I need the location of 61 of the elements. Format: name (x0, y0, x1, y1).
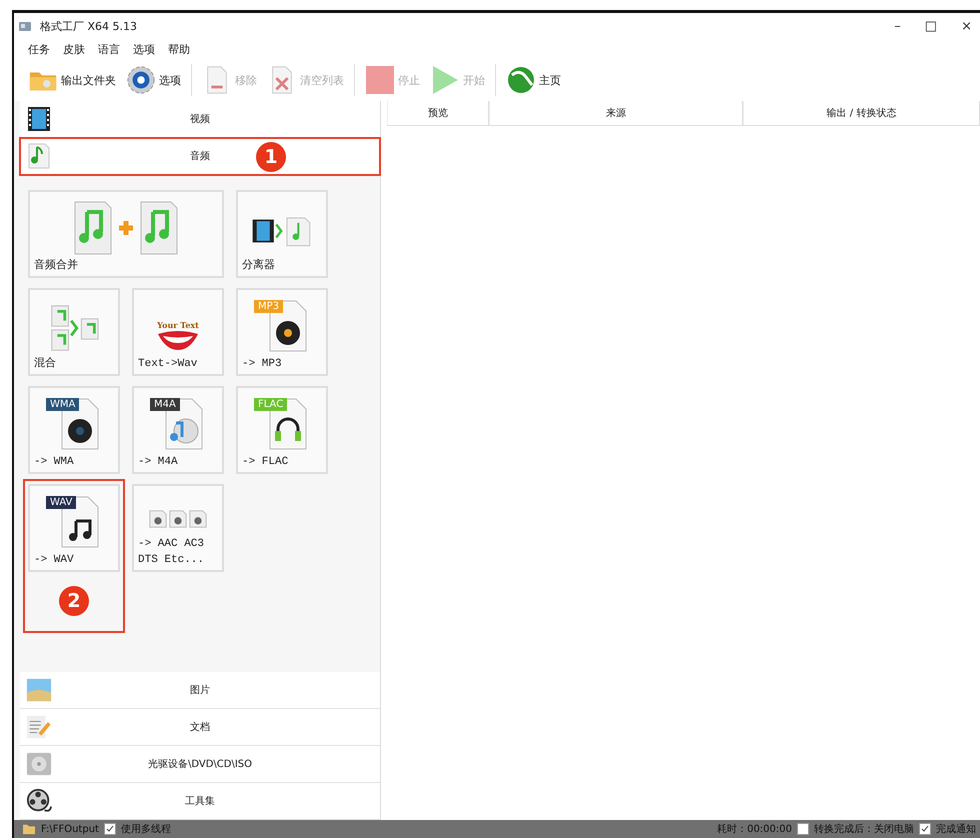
format-badge: MP3 (254, 300, 284, 313)
step-marker: 2 (59, 586, 89, 616)
step-marker: 1 (256, 142, 286, 172)
window-control[interactable]: × (953, 18, 980, 34)
conversion-tile[interactable]: WMA -> WMA (28, 386, 120, 474)
menu-item[interactable]: 选项 (133, 42, 155, 56)
checkbox[interactable] (104, 823, 116, 835)
app-icon (18, 20, 32, 32)
icon-caption: Your Text (157, 320, 199, 330)
disc-drive-icon (26, 751, 52, 777)
settings-icon (126, 65, 156, 95)
category-header[interactable]: 图片 (20, 672, 380, 709)
conversion-tile[interactable]: Your Text Text->Wav (132, 288, 224, 376)
conversion-tile[interactable]: -> AAC AC3 DTS Etc... (132, 484, 224, 572)
menu-item[interactable]: 任务 (28, 42, 50, 56)
film-reel-icon (26, 788, 52, 814)
menu-item[interactable]: 语言 (98, 42, 120, 56)
conversion-tile[interactable]: 分离器 (236, 190, 328, 278)
output-folder-path: F:\FFOutput (41, 824, 99, 834)
window-control[interactable]: – (886, 18, 909, 34)
conversion-tile[interactable]: MP3 -> MP3 (236, 288, 328, 376)
checkbox-label: 完成通知 (936, 822, 976, 836)
toolbar-button[interactable]: 输出文件夹 (24, 63, 120, 97)
column-header[interactable]: 来源 (489, 101, 743, 125)
globe-icon (506, 65, 536, 95)
category-header[interactable]: 文档 (20, 709, 380, 746)
category-header[interactable]: 视频 (20, 101, 380, 138)
checkbox-label: 转换完成后：关闭电脑 (814, 822, 914, 836)
format-badge: FLAC (254, 398, 288, 411)
toolbar-button[interactable]: 主页 (502, 63, 565, 97)
folder-icon (22, 823, 36, 835)
category-header[interactable]: 工具集 (20, 783, 380, 820)
document-pencil-icon (26, 714, 52, 740)
checkbox[interactable] (919, 823, 931, 835)
conversion-tile[interactable]: WAV -> WAV (28, 484, 120, 572)
format-badge: WAV (46, 496, 76, 509)
category-header[interactable]: 音频 1 (20, 138, 380, 175)
landscape-icon (26, 677, 52, 703)
conversion-tile[interactable]: 混合 (28, 288, 120, 376)
format-badge: WMA (46, 398, 80, 411)
checkbox-label: 使用多线程 (120, 822, 171, 836)
conversion-tile[interactable]: M4A -> M4A (132, 386, 224, 474)
menu-item[interactable]: 帮助 (168, 42, 190, 56)
column-header[interactable]: 输出 / 转换状态 (743, 101, 980, 125)
category-header[interactable]: 光驱设备\DVD\CD\ISO (20, 746, 380, 783)
lips-icon (156, 330, 200, 350)
window-control[interactable]: □ (916, 18, 946, 34)
window-title: 格式工厂 X64 5.13 (40, 18, 138, 34)
stop-icon (365, 65, 395, 95)
audio-files-icon (148, 508, 208, 530)
column-header[interactable]: 预览 (387, 101, 489, 125)
conversion-tile[interactable]: FLAC -> FLAC (236, 386, 328, 474)
play-icon (430, 65, 460, 95)
conversion-tile[interactable]: 音频合并 (28, 190, 224, 278)
elapsed-time: 耗时：00:00:00 (717, 822, 792, 836)
film-icon (26, 106, 52, 132)
music-note-icon (26, 143, 52, 169)
checkbox[interactable] (797, 823, 809, 835)
format-badge: M4A (150, 398, 180, 411)
toolbar-button[interactable]: 选项 (122, 63, 185, 97)
menu-item[interactable]: 皮肤 (63, 42, 85, 56)
